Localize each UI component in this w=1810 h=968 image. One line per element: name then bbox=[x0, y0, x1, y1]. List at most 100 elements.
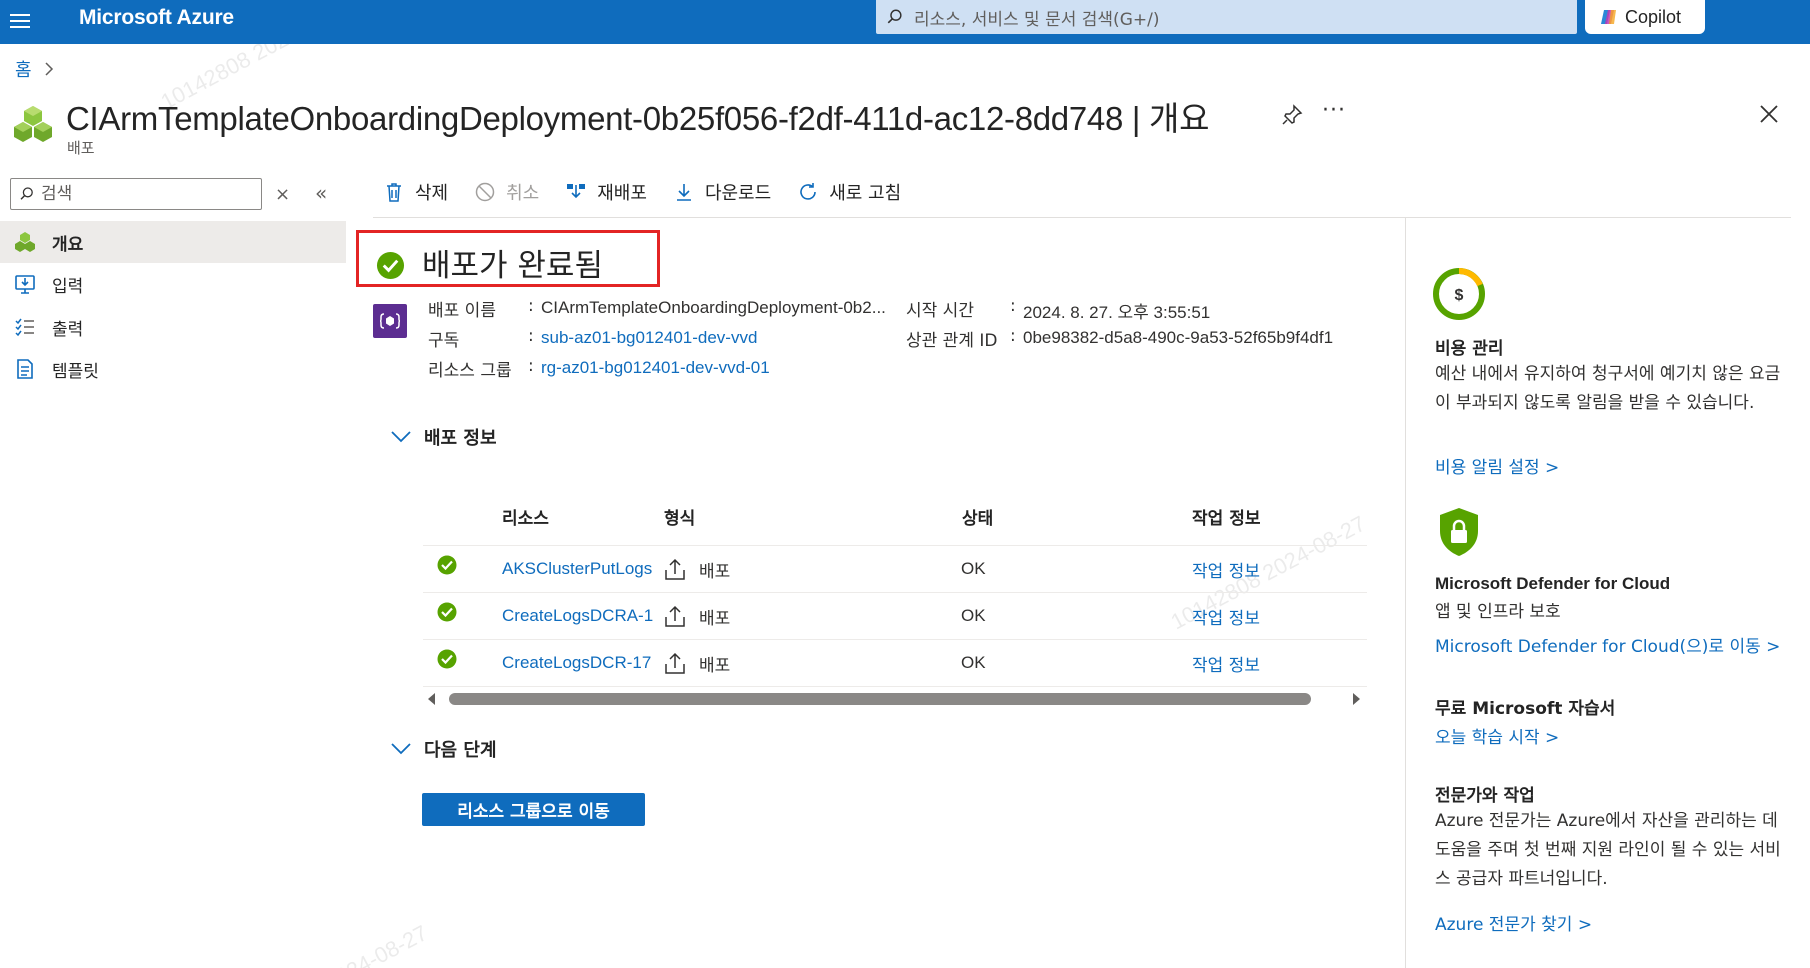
redeploy-label: 재배포 bbox=[597, 183, 647, 204]
colon: : bbox=[528, 326, 534, 346]
column-header-status: 상태 bbox=[962, 509, 994, 529]
scrollbar-thumb[interactable] bbox=[449, 693, 1311, 705]
redeploy-icon bbox=[567, 184, 586, 199]
defender-text: 앱 및 인프라 보호 bbox=[1435, 602, 1561, 622]
cost-management-text: 예산 내에서 유지하여 청구서에 예기치 않은 요금이 부과되지 않도록 알림을… bbox=[1435, 364, 1781, 413]
resource-status: OK bbox=[961, 606, 986, 625]
colon: : bbox=[1010, 296, 1016, 316]
global-search-box[interactable]: 리소스, 서비스 및 문서 검색(G+/) bbox=[876, 0, 1577, 34]
cost-alert-link[interactable]: 비용 알림 설정 > bbox=[1435, 453, 1559, 478]
deploy-upload-icon bbox=[665, 558, 685, 580]
nav-item-outputs[interactable]: 출력 bbox=[0, 306, 346, 348]
nav-search-input[interactable] bbox=[41, 184, 241, 204]
experts-title: 전문가와 작업 bbox=[1435, 786, 1535, 806]
start-time-value: 2024. 8. 27. 오후 3:55:51 bbox=[1023, 303, 1211, 322]
deployment-details-toggle[interactable]: 배포 정보 bbox=[390, 424, 497, 450]
dollar-sign-glyph: $ bbox=[1455, 287, 1464, 304]
more-options-button[interactable]: ··· bbox=[1322, 98, 1346, 123]
next-steps-toggle[interactable]: 다음 단계 bbox=[390, 736, 497, 762]
copilot-icon bbox=[1601, 10, 1616, 24]
cancel-button[interactable]: 취소 bbox=[474, 179, 539, 205]
input-icon bbox=[15, 275, 35, 294]
download-label: 다운로드 bbox=[704, 183, 772, 204]
template-icon bbox=[17, 359, 33, 379]
operation-details-link[interactable]: 작업 정보 bbox=[1192, 651, 1260, 676]
refresh-button[interactable]: 새로 고침 bbox=[797, 179, 901, 205]
resource-link[interactable]: CreateLogsDCRA-1 bbox=[502, 606, 653, 626]
resource-status: OK bbox=[961, 559, 986, 578]
subscription-label: 구독 bbox=[428, 331, 460, 351]
success-check-icon bbox=[437, 649, 457, 669]
nav-item-label: 출력 bbox=[52, 319, 84, 340]
nav-item-inputs[interactable]: 입력 bbox=[0, 263, 346, 305]
resource-type: 배포 bbox=[699, 656, 731, 676]
nav-item-label: 입력 bbox=[52, 276, 84, 297]
trash-icon bbox=[387, 183, 401, 202]
copilot-button[interactable]: Copilot bbox=[1585, 0, 1705, 34]
resource-link[interactable]: CreateLogsDCR-17 bbox=[502, 653, 651, 673]
resource-type: 배포 bbox=[699, 609, 731, 629]
resource-group-link[interactable]: rg-az01-bg012401-dev-vvd-01 bbox=[541, 358, 770, 378]
breadcrumb: 홈 bbox=[15, 56, 54, 82]
column-header-operation: 작업 정보 bbox=[1192, 509, 1261, 529]
deploy-upload-icon bbox=[665, 605, 685, 627]
horizontal-scrollbar[interactable] bbox=[423, 690, 1367, 708]
correlation-id-value: 0be98382-d5a8-490c-9a53-52f65b9f4df1 bbox=[1023, 328, 1334, 347]
search-icon bbox=[887, 9, 902, 24]
nav-item-template[interactable]: 템플릿 bbox=[0, 348, 346, 390]
column-header-resource: 리소스 bbox=[502, 509, 549, 529]
redeploy-button[interactable]: 재배포 bbox=[565, 179, 647, 205]
chevron-down-icon bbox=[391, 743, 411, 755]
go-to-resource-group-button[interactable]: 리소스 그룹으로 이동 bbox=[422, 793, 645, 826]
download-button[interactable]: 다운로드 bbox=[673, 179, 771, 205]
output-list-icon bbox=[15, 318, 34, 337]
nav-item-overview[interactable]: 개요 bbox=[0, 221, 346, 263]
chevron-down-icon bbox=[391, 431, 411, 443]
deployment-cubes-icon bbox=[14, 106, 52, 142]
search-icon bbox=[20, 187, 33, 200]
success-check-icon bbox=[437, 602, 457, 622]
start-learning-link[interactable]: 오늘 학습 시작 > bbox=[1435, 723, 1559, 748]
refresh-label: 새로 고침 bbox=[829, 183, 902, 204]
close-icon[interactable] bbox=[1758, 103, 1780, 125]
scroll-right-arrow-icon[interactable] bbox=[1353, 693, 1360, 705]
clear-search-button[interactable]: × bbox=[275, 184, 290, 205]
nav-item-label: 개요 bbox=[52, 234, 84, 255]
operation-details-link[interactable]: 작업 정보 bbox=[1192, 557, 1260, 582]
find-experts-link[interactable]: Azure 전문가 찾기 > bbox=[1435, 910, 1592, 935]
brand-name[interactable]: Microsoft Azure bbox=[79, 6, 234, 30]
column-header-type: 형식 bbox=[664, 509, 696, 529]
operation-details-link[interactable]: 작업 정보 bbox=[1192, 604, 1260, 629]
nav-item-label: 템플릿 bbox=[52, 361, 99, 382]
defender-title: Microsoft Defender for Cloud bbox=[1435, 574, 1671, 593]
deployment-icon bbox=[15, 232, 35, 252]
table-row: CreateLogsDCRA-1 배포 OK 작업 정보 bbox=[423, 593, 1367, 640]
cost-management-title: 비용 관리 bbox=[1435, 339, 1504, 359]
scroll-left-arrow-icon[interactable] bbox=[428, 693, 435, 705]
subscription-link[interactable]: sub-az01-bg012401-dev-vvd bbox=[541, 328, 757, 348]
delete-button[interactable]: 삭제 bbox=[383, 179, 448, 205]
deployment-details-heading: 배포 정보 bbox=[424, 428, 497, 449]
cancel-circle-icon bbox=[475, 182, 495, 202]
deployment-name-label: 배포 이름 bbox=[428, 301, 496, 321]
menu-hamburger-icon[interactable] bbox=[10, 8, 36, 34]
success-check-icon bbox=[376, 251, 405, 280]
toolbar-divider bbox=[373, 217, 1791, 218]
collapse-nav-button[interactable]: « bbox=[315, 181, 327, 205]
deployment-status-title: 배포가 완료됨 bbox=[422, 248, 603, 284]
colon: : bbox=[528, 296, 534, 316]
defender-shield-icon bbox=[1440, 508, 1478, 556]
pin-icon[interactable] bbox=[1280, 103, 1304, 127]
download-icon bbox=[676, 184, 691, 201]
table-row: CreateLogsDCR-17 배포 OK 작업 정보 bbox=[423, 640, 1367, 687]
chevron-right-icon bbox=[45, 62, 53, 76]
deployment-template-icon bbox=[373, 304, 407, 338]
nav-search-box[interactable] bbox=[10, 178, 262, 210]
breadcrumb-home[interactable]: 홈 bbox=[15, 56, 32, 82]
page-subtitle: 배포 bbox=[67, 139, 95, 157]
defender-link[interactable]: Microsoft Defender for Cloud(으)로 이동 > bbox=[1435, 632, 1780, 657]
right-panel-divider bbox=[1405, 218, 1406, 968]
start-time-label: 시작 시간 bbox=[906, 301, 974, 321]
resource-link[interactable]: AKSClusterPutLogs bbox=[502, 559, 652, 579]
next-steps-heading: 다음 단계 bbox=[424, 740, 497, 761]
